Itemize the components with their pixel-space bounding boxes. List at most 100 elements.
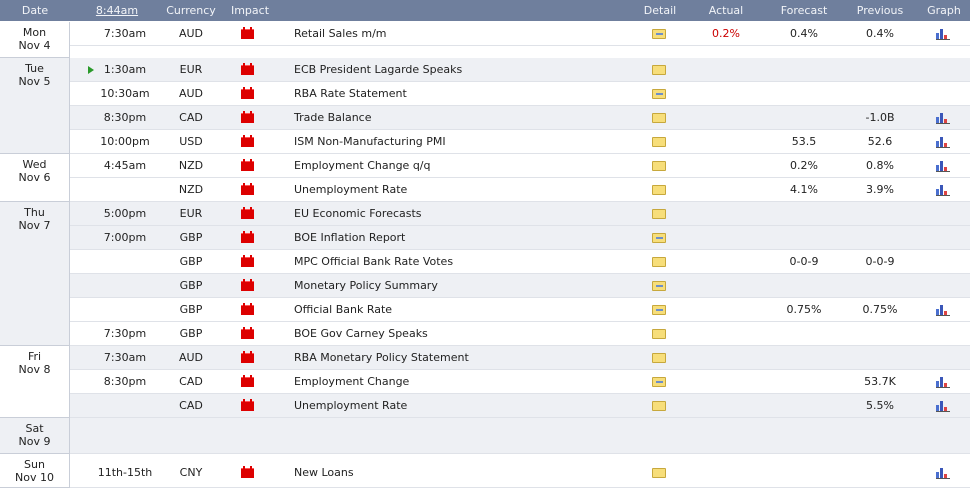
event-row[interactable]: 7:30pm GBP BOE Gov Carney Speaks bbox=[70, 322, 970, 346]
detail-folder-icon[interactable] bbox=[652, 281, 666, 291]
event-row[interactable]: 8:30pm CAD Trade Balance -1.0B bbox=[70, 106, 970, 130]
bar-graph-icon[interactable] bbox=[936, 183, 950, 196]
bar-graph-icon[interactable] bbox=[936, 159, 950, 172]
day-of-week: Fri bbox=[27, 350, 42, 363]
bar-graph-icon[interactable] bbox=[936, 27, 950, 40]
event-actual bbox=[692, 322, 760, 345]
event-forecast bbox=[770, 202, 838, 225]
bar-graph-icon[interactable] bbox=[936, 466, 950, 479]
header-date: Date bbox=[21, 4, 49, 17]
bar-graph-icon[interactable] bbox=[936, 303, 950, 316]
header-actual: Actual bbox=[708, 4, 744, 17]
event-title[interactable]: Unemployment Rate bbox=[294, 178, 624, 201]
detail-folder-icon[interactable] bbox=[652, 29, 666, 39]
bar-graph-icon[interactable] bbox=[936, 111, 950, 124]
event-row[interactable]: CAD Unemployment Rate 5.5% bbox=[70, 394, 970, 418]
header-time[interactable]: 8:44am bbox=[82, 0, 152, 21]
detail-folder-icon[interactable] bbox=[652, 305, 666, 315]
event-forecast bbox=[770, 82, 838, 105]
detail-folder-icon[interactable] bbox=[652, 209, 666, 219]
detail-folder-icon[interactable] bbox=[652, 329, 666, 339]
bar-graph-icon[interactable] bbox=[936, 375, 950, 388]
event-currency: USD bbox=[179, 135, 203, 148]
event-title[interactable]: Retail Sales m/m bbox=[294, 22, 624, 45]
event-row[interactable]: 10:00pm USD ISM Non-Manufacturing PMI 53.5 5… bbox=[70, 130, 970, 154]
event-title[interactable]: RBA Monetary Policy Statement bbox=[294, 346, 624, 369]
event-row[interactable]: 5:00pm EUR EU Economic Forecasts bbox=[70, 202, 970, 226]
event-title[interactable]: Official Bank Rate bbox=[294, 298, 624, 321]
event-forecast: 4.1% bbox=[790, 183, 818, 196]
event-currency: AUD bbox=[178, 87, 204, 100]
event-previous bbox=[845, 322, 915, 345]
event-title[interactable]: Employment Change bbox=[294, 370, 624, 393]
detail-folder-icon[interactable] bbox=[652, 161, 666, 171]
detail-folder-icon[interactable] bbox=[652, 137, 666, 147]
event-title[interactable]: EU Economic Forecasts bbox=[294, 202, 624, 225]
event-title[interactable]: BOE Inflation Report bbox=[294, 226, 624, 249]
event-row[interactable]: 7:30am AUD RBA Monetary Policy Statement bbox=[70, 346, 970, 370]
event-row[interactable]: NZD Unemployment Rate 4.1% 3.9% bbox=[70, 178, 970, 202]
event-title[interactable]: New Loans bbox=[294, 458, 624, 488]
day-cell: Sun Nov 10 bbox=[0, 454, 70, 488]
day-date: Nov 8 bbox=[18, 363, 51, 376]
day-of-week: Thu bbox=[24, 206, 45, 219]
high-impact-folder-icon bbox=[241, 27, 254, 39]
day-of-week: Mon bbox=[22, 26, 47, 39]
event-row[interactable]: 10:30am AUD RBA Rate Statement bbox=[70, 82, 970, 106]
event-row[interactable]: 7:30am AUD Retail Sales m/m 0.2% 0.4% 0.4% bbox=[70, 22, 970, 46]
detail-folder-icon[interactable] bbox=[652, 401, 666, 411]
event-title[interactable]: Trade Balance bbox=[294, 106, 624, 129]
event-title[interactable]: Employment Change q/q bbox=[294, 154, 624, 177]
event-previous: 0.8% bbox=[866, 159, 894, 172]
high-impact-folder-icon bbox=[241, 399, 254, 411]
event-row[interactable]: 4:45am NZD Employment Change q/q 0.2% 0.8% bbox=[70, 154, 970, 178]
event-title[interactable]: Monetary Policy Summary bbox=[294, 274, 624, 297]
detail-folder-icon[interactable] bbox=[652, 353, 666, 363]
high-impact-folder-icon bbox=[241, 111, 254, 123]
bar-graph-icon[interactable] bbox=[936, 399, 950, 412]
event-row[interactable]: 7:00pm GBP BOE Inflation Report bbox=[70, 226, 970, 250]
detail-folder-icon[interactable] bbox=[652, 185, 666, 195]
event-previous: 0.75% bbox=[862, 303, 898, 316]
detail-folder-icon[interactable] bbox=[652, 257, 666, 267]
detail-folder-icon[interactable] bbox=[652, 65, 666, 75]
event-forecast bbox=[770, 394, 838, 417]
high-impact-folder-icon bbox=[241, 87, 254, 99]
event-row[interactable]: 8:30pm CAD Employment Change 53.7K bbox=[70, 370, 970, 394]
event-previous bbox=[845, 202, 915, 225]
event-actual bbox=[692, 298, 760, 321]
header-graph: Graph bbox=[927, 4, 961, 17]
event-forecast bbox=[770, 346, 838, 369]
bar-graph-icon[interactable] bbox=[936, 135, 950, 148]
event-title[interactable]: RBA Rate Statement bbox=[294, 82, 624, 105]
calendar-header: Date 8:44am Currency Impact Detail Actua… bbox=[0, 0, 970, 21]
event-row[interactable]: GBP Official Bank Rate 0.75% 0.75% bbox=[70, 298, 970, 322]
event-currency: CAD bbox=[179, 399, 203, 412]
event-previous bbox=[845, 458, 915, 488]
high-impact-folder-icon bbox=[241, 159, 254, 171]
detail-folder-icon[interactable] bbox=[652, 468, 666, 478]
day-cell: Mon Nov 4 bbox=[0, 22, 70, 58]
event-title[interactable]: ECB President Lagarde Speaks bbox=[294, 58, 624, 81]
event-actual bbox=[692, 250, 760, 273]
event-row[interactable]: GBP MPC Official Bank Rate Votes 0-0-9 0-0-… bbox=[70, 250, 970, 274]
detail-folder-icon[interactable] bbox=[652, 233, 666, 243]
event-actual bbox=[692, 346, 760, 369]
event-currency: EUR bbox=[179, 63, 203, 76]
event-title[interactable]: Unemployment Rate bbox=[294, 394, 624, 417]
event-currency: GBP bbox=[179, 231, 203, 244]
detail-folder-icon[interactable] bbox=[652, 89, 666, 99]
high-impact-folder-icon bbox=[241, 183, 254, 195]
event-title[interactable]: MPC Official Bank Rate Votes bbox=[294, 250, 624, 273]
event-title[interactable]: BOE Gov Carney Speaks bbox=[294, 322, 624, 345]
header-impact: Impact bbox=[230, 4, 270, 17]
event-title[interactable]: ISM Non-Manufacturing PMI bbox=[294, 130, 624, 153]
event-row[interactable]: 11th-15th CNY New Loans bbox=[70, 458, 970, 488]
event-actual bbox=[692, 82, 760, 105]
event-row[interactable]: GBP Monetary Policy Summary bbox=[70, 274, 970, 298]
empty-day-row bbox=[70, 418, 970, 454]
detail-folder-icon[interactable] bbox=[652, 377, 666, 387]
event-row[interactable]: 1:30am EUR ECB President Lagarde Speaks bbox=[70, 58, 970, 82]
detail-folder-icon[interactable] bbox=[652, 113, 666, 123]
event-currency: AUD bbox=[178, 27, 204, 40]
